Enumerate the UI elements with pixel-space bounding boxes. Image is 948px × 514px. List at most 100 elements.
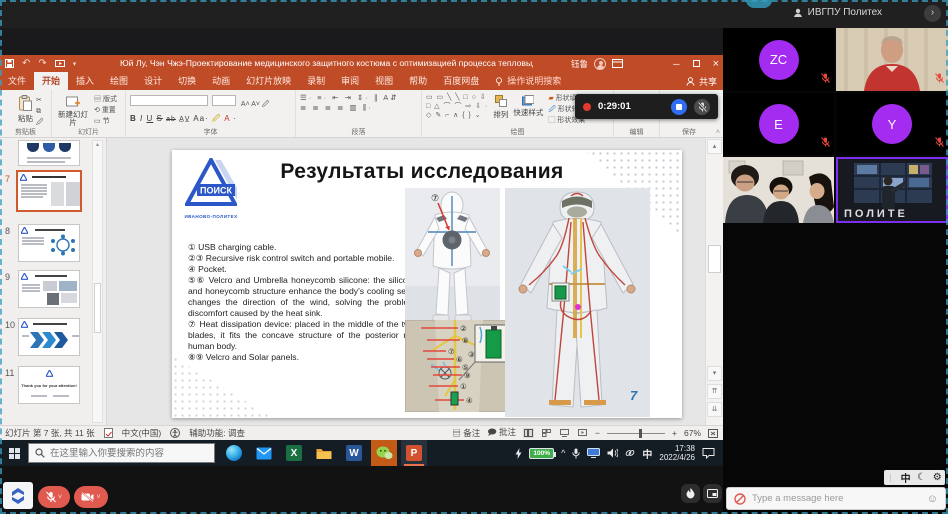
tray-display-icon[interactable]: [587, 448, 600, 458]
share-toolbar-pull-tab[interactable]: [746, 0, 772, 8]
spellcheck-icon[interactable]: [104, 428, 113, 438]
reset-button[interactable]: ⟲ 重置: [94, 106, 117, 116]
taskbar-excel-icon[interactable]: X: [281, 440, 307, 466]
tab-baidu-netdisk[interactable]: 百度网盘: [435, 72, 487, 90]
reading-view-button[interactable]: [559, 428, 570, 438]
tray-connection-icon[interactable]: [625, 448, 635, 458]
scroll-up-button[interactable]: ▴: [707, 139, 722, 154]
zoom-slider[interactable]: [607, 433, 665, 434]
tab-view[interactable]: 视图: [367, 72, 401, 90]
account-area[interactable]: 钰鲁: [571, 55, 623, 72]
grow-shrink-font[interactable]: A˄ A˅ 🖉: [241, 101, 269, 108]
thumbnail-scrollbar[interactable]: ▴: [92, 140, 103, 423]
tab-draw[interactable]: 绘图: [102, 72, 136, 90]
video-tile-students[interactable]: [723, 157, 834, 223]
battery-indicator[interactable]: 100%: [529, 448, 554, 459]
minimize-button[interactable]: ─: [673, 59, 679, 69]
qat-more-icon[interactable]: ▾: [73, 60, 77, 68]
align-buttons[interactable]: ≣ ≣ ≣ ≣ ▥ ⫼·: [300, 103, 417, 113]
tab-design[interactable]: 设计: [136, 72, 170, 90]
font-name-box[interactable]: [130, 95, 208, 106]
notes-button[interactable]: ▤ 备注: [452, 427, 480, 439]
save-icon[interactable]: [5, 59, 14, 68]
tab-file[interactable]: 文件: [0, 72, 34, 90]
tab-home[interactable]: 开始: [34, 72, 68, 90]
taskbar-search[interactable]: [28, 443, 215, 463]
taskbar-wechat-icon[interactable]: [371, 440, 397, 466]
video-tile-e[interactable]: E: [723, 93, 834, 155]
tab-animations[interactable]: 动画: [204, 72, 238, 90]
ribbon-display-options-icon[interactable]: [612, 59, 623, 68]
arrange-button[interactable]: 排列: [493, 93, 508, 126]
zoom-in-button[interactable]: +: [672, 428, 677, 438]
tray-mic-icon[interactable]: [572, 448, 580, 459]
video-tile-instructor[interactable]: [836, 28, 948, 91]
tray-volume-icon[interactable]: [607, 448, 618, 458]
share-button[interactable]: 共享: [686, 72, 717, 90]
chat-ime-button[interactable]: 中: [901, 470, 911, 485]
tray-overflow-chevron[interactable]: ^: [561, 448, 565, 458]
language-indicator[interactable]: 中文(中国): [122, 427, 162, 439]
taskbar-explorer-icon[interactable]: [311, 440, 337, 466]
next-slide-button[interactable]: ⇊: [707, 402, 722, 417]
zoom-slider-thumb[interactable]: [639, 429, 642, 438]
list-indent-buttons[interactable]: ☰· ≡· ⇤ ⇥ ⇕· ∥ A⇵: [300, 93, 417, 103]
moon-icon[interactable]: ☾: [917, 472, 926, 483]
collapse-ribbon-icon[interactable]: ˄: [716, 129, 720, 136]
tell-me-search[interactable]: 操作说明搜索: [487, 72, 569, 90]
thumbnail-scrollbar-thumb[interactable]: [94, 283, 101, 333]
restore-button[interactable]: [693, 60, 700, 67]
video-tile-y[interactable]: Y: [836, 93, 948, 155]
editor-scrollbar-thumb[interactable]: [708, 245, 721, 273]
camera-options-chevron[interactable]: ˅: [96, 494, 100, 501]
pip-mode-button[interactable]: [703, 484, 722, 503]
cut-copy-format-buttons[interactable]: ✂⧉🖉: [36, 95, 43, 128]
zoom-level[interactable]: 67%: [684, 428, 701, 438]
thumbnail-slide11[interactable]: Thank you for your attention!: [18, 366, 80, 404]
meeting-app-logo[interactable]: [3, 482, 33, 509]
start-button[interactable]: [0, 440, 28, 466]
editor-scrollbar[interactable]: ▴ ▾ ⇈ ⇊: [705, 138, 723, 425]
shapes-gallery[interactable]: ▭ ▭ ╲ ╲ □ ○ ⇩□ △ ⌒ ⌒ ⇨ ⇩ ·◇ ✎ ⌐ ∧ { } ⌄: [426, 93, 488, 126]
mic-options-chevron[interactable]: ˅: [58, 494, 62, 501]
quick-styles-button[interactable]: 快速样式: [513, 93, 543, 126]
section-button[interactable]: ▭ 节: [94, 117, 117, 127]
tray-clock[interactable]: 17:382022/4/26: [659, 444, 695, 462]
font-style-buttons[interactable]: B I U S ab A̲V̲ Aa· 🖉 A ·: [130, 113, 291, 127]
tab-slideshow[interactable]: 幻灯片放映: [238, 72, 299, 90]
camera-off-button[interactable]: ˅: [74, 486, 108, 508]
accessibility-status[interactable]: 辅助功能: 调查: [189, 427, 245, 439]
tab-help[interactable]: 帮助: [401, 72, 435, 90]
thumbnail-slide7-selected[interactable]: [16, 170, 82, 212]
mic-muted-button[interactable]: [694, 99, 710, 115]
font-size-box[interactable]: [212, 95, 236, 106]
emoji-button[interactable]: ☺: [927, 493, 938, 505]
reactions-button[interactable]: [681, 484, 700, 503]
gear-icon[interactable]: ⚙: [933, 472, 942, 483]
slide-canvas[interactable]: ПОИСК ИВАНОВО-ПОЛИТЕХ Результаты исследо…: [172, 150, 682, 418]
new-slide-button[interactable]: 新建幻灯片: [56, 93, 90, 127]
stop-recording-button[interactable]: [671, 99, 687, 115]
layout-button[interactable]: ▤ 版式: [94, 95, 117, 105]
slide-sorter-view-button[interactable]: [541, 428, 552, 438]
undo-icon[interactable]: ↶: [22, 58, 30, 69]
comments-button[interactable]: 🗩 批注: [487, 426, 516, 441]
chat-message-input[interactable]: [752, 493, 921, 504]
redo-icon[interactable]: ↷: [38, 58, 46, 69]
ime-indicator[interactable]: 中: [642, 446, 652, 461]
mic-muted-button[interactable]: ˅: [38, 486, 70, 508]
action-center-icon[interactable]: [702, 448, 715, 459]
taskbar-mail-icon[interactable]: [251, 440, 277, 466]
thumbnail-slide8[interactable]: [18, 224, 80, 262]
taskbar-word-icon[interactable]: W: [341, 440, 367, 466]
video-tile-zc[interactable]: ZC: [723, 28, 834, 91]
previous-slide-button[interactable]: ⇈: [707, 384, 722, 399]
search-input[interactable]: [50, 448, 200, 459]
tab-review[interactable]: 审阅: [333, 72, 367, 90]
tab-record[interactable]: 录制: [299, 72, 333, 90]
thumbnail-slide6-partial[interactable]: [18, 140, 80, 166]
tab-insert[interactable]: 插入: [68, 72, 102, 90]
taskbar-powerpoint-icon[interactable]: P: [401, 440, 427, 466]
video-tile-classroom-active[interactable]: ПОЛИТЕ: [836, 157, 948, 223]
taskbar-edge-icon[interactable]: [221, 440, 247, 466]
